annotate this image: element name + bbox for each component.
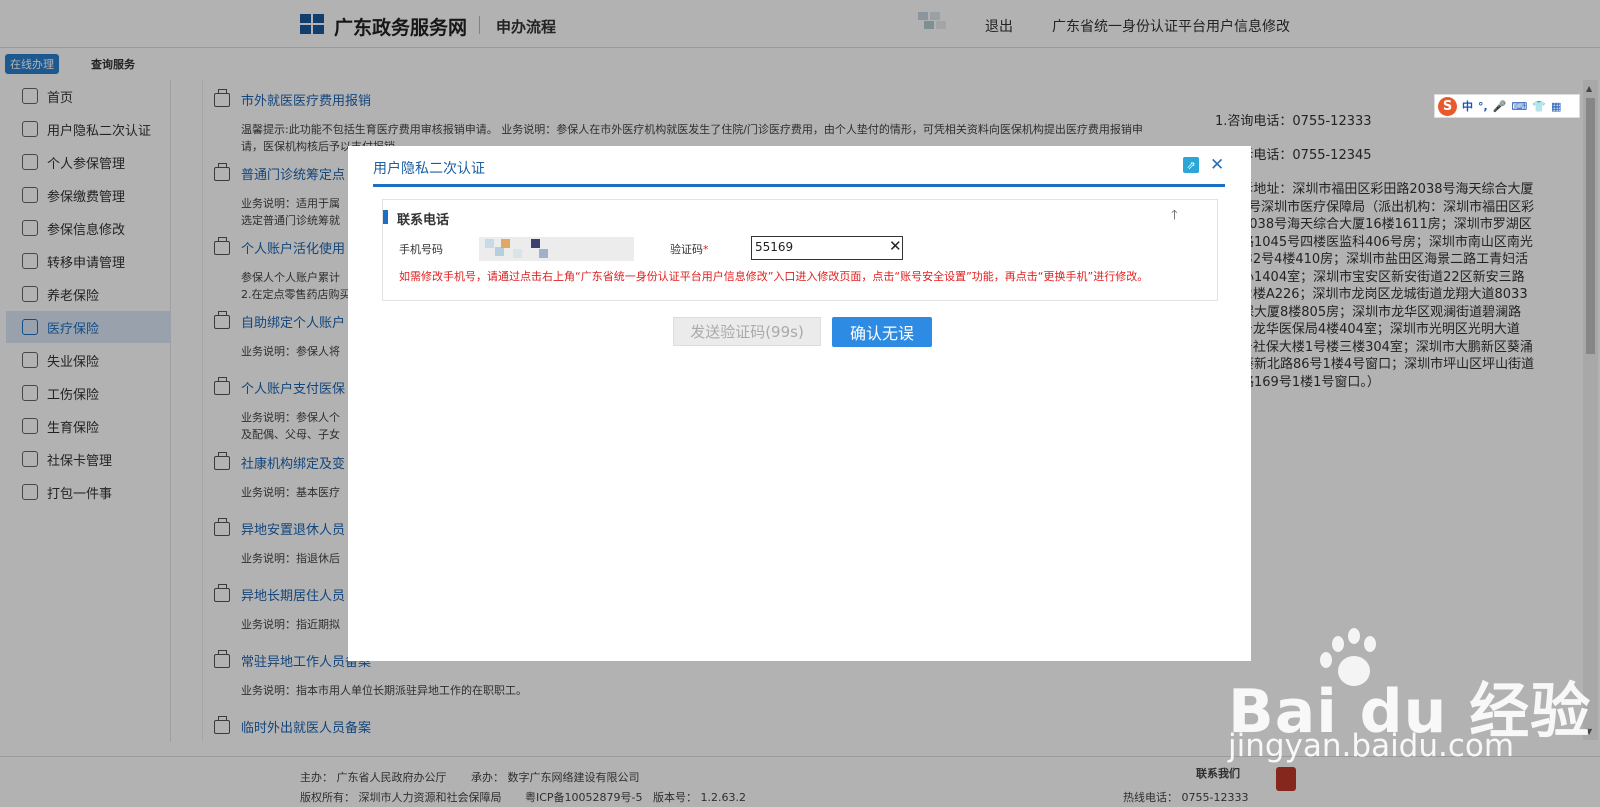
ime-punctuation-icon[interactable]: °,	[1478, 100, 1488, 113]
ime-microphone-icon[interactable]: 🎤	[1493, 100, 1507, 113]
dialog-title-rule	[373, 184, 1225, 187]
phone-change-notice: 如需修改手机号，请通过点击右上角“广东省统一身份认证平台用户信息修改”入口进入修…	[399, 270, 1149, 283]
watermark-url: jingyan.baidu.com	[1228, 728, 1515, 764]
section-marker	[383, 210, 388, 224]
ime-toolbar[interactable]: S 中 °, 🎤 ⌨ 👕 ▦	[1434, 94, 1580, 118]
ime-skin-icon[interactable]: 👕	[1532, 100, 1546, 113]
ime-menu-icon[interactable]: ▦	[1551, 100, 1561, 113]
popout-icon[interactable]: ⇗	[1183, 157, 1199, 173]
dialog-title: 用户隐私二次认证	[373, 161, 485, 177]
masked-phone-number	[479, 237, 634, 261]
sogou-logo-icon[interactable]: S	[1438, 96, 1457, 116]
send-code-button[interactable]: 发送验证码(99s)	[673, 317, 821, 346]
phone-label: 手机号码	[399, 243, 443, 256]
ime-chinese-toggle[interactable]: 中	[1462, 98, 1473, 114]
contact-phone-panel: 联系电话 🡑 手机号码 验证码* 55169 ✕ 如需修改手机号，请通过点击右上…	[382, 199, 1218, 301]
collapse-arrow-icon[interactable]: 🡑	[1171, 206, 1178, 228]
ime-keyboard-icon[interactable]: ⌨	[1511, 100, 1527, 113]
privacy-auth-dialog: 用户隐私二次认证 ⇗ ✕ 联系电话 🡑 手机号码 验证码* 55169 ✕ 如需…	[348, 146, 1251, 661]
verification-code-input[interactable]: 55169	[751, 236, 903, 260]
section-title: 联系电话	[397, 213, 450, 228]
clear-input-icon[interactable]: ✕	[889, 237, 902, 255]
app-root: 广东政务服务网 申办流程 退出 广东省统一身份认证平台用户信息修改 在线办理 查…	[0, 0, 1600, 807]
confirm-button[interactable]: 确认无误	[832, 317, 932, 347]
code-label: 验证码*	[670, 243, 709, 256]
close-icon[interactable]: ✕	[1210, 155, 1224, 175]
